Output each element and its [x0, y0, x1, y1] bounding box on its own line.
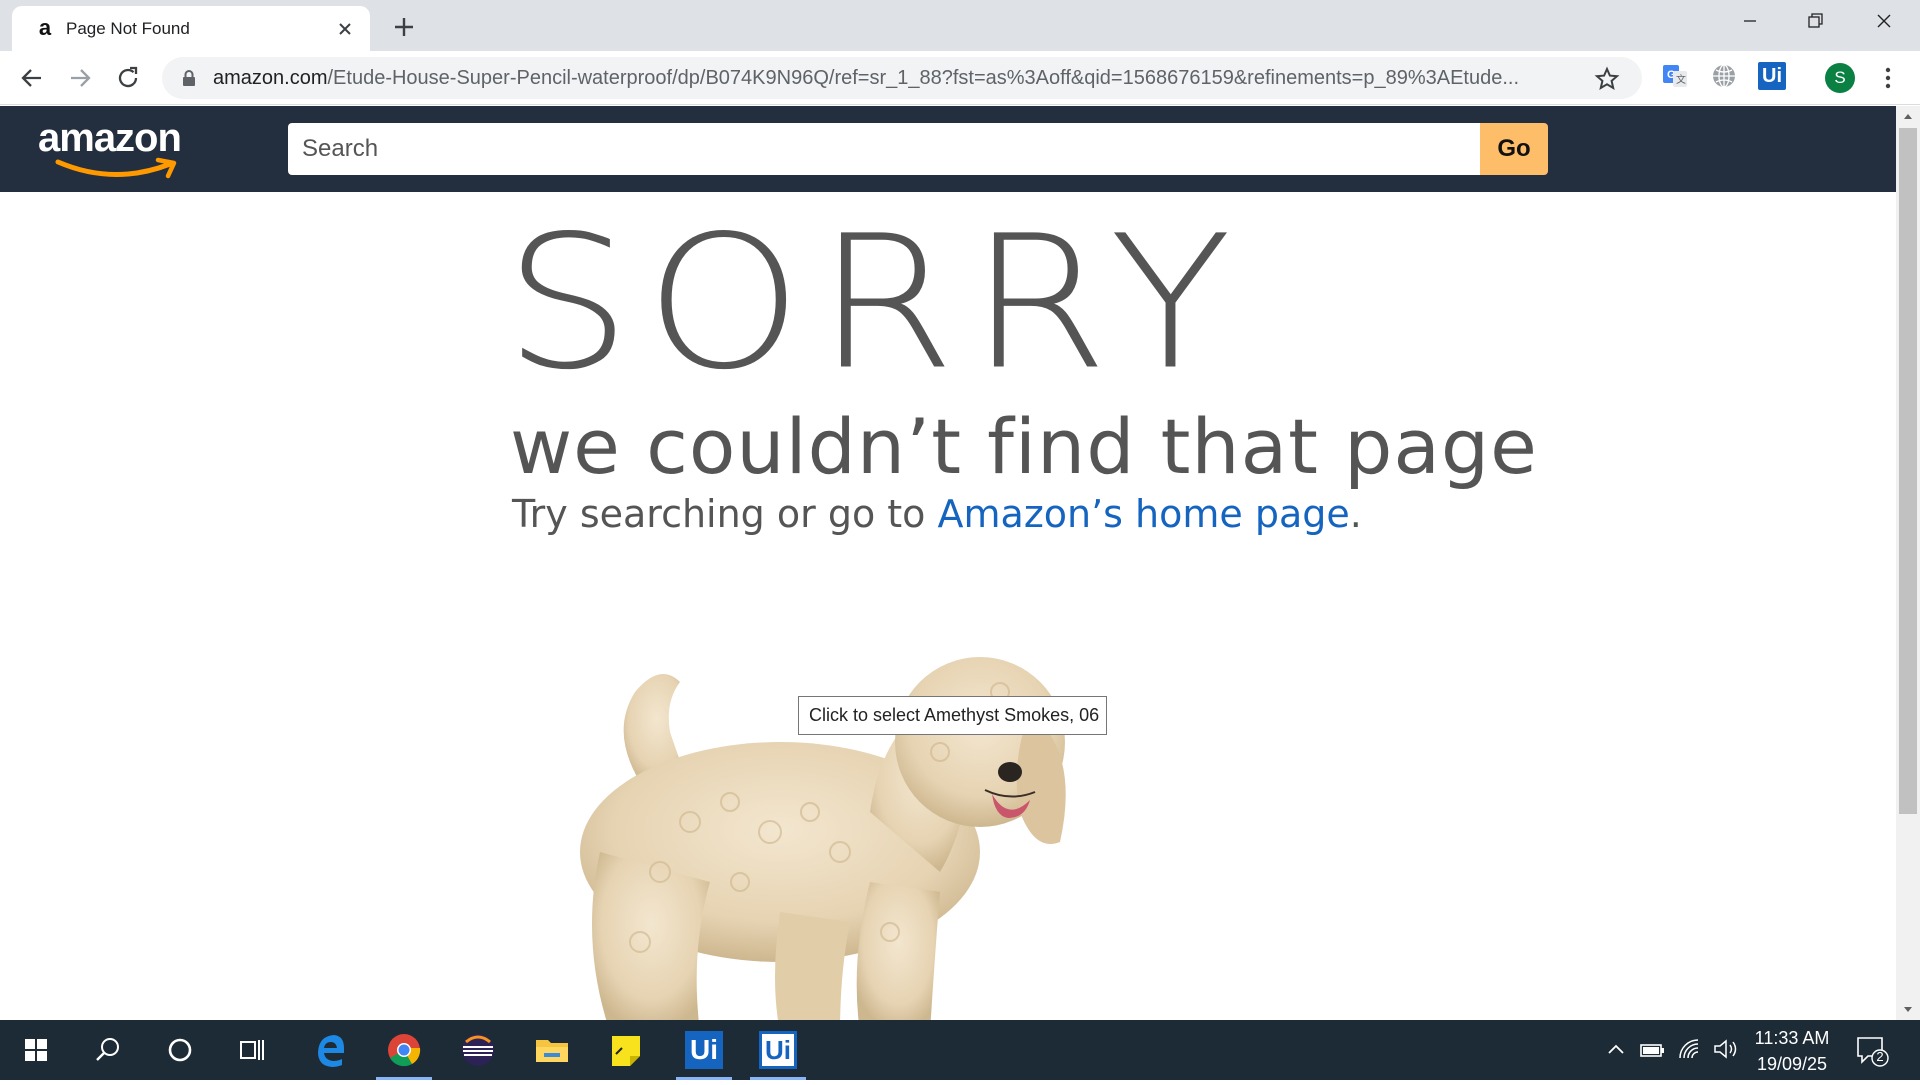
url-path: /Etude-House-Super-Pencil-waterproof/dp/… — [327, 67, 1520, 89]
search-input[interactable] — [288, 123, 1480, 175]
battery-icon[interactable] — [1638, 1038, 1666, 1067]
uipath-studio-icon[interactable]: Ui — [672, 1020, 736, 1080]
dog-image[interactable] — [540, 622, 1140, 1020]
tab-strip: a Page Not Found — [0, 0, 1920, 51]
address-bar[interactable]: amazon.com/Etude-House-Super-Pencil-wate… — [162, 57, 1642, 99]
clock-time[interactable]: 11:33 AM — [1752, 1028, 1832, 1049]
svg-text:文: 文 — [1676, 73, 1686, 86]
start-button[interactable] — [4, 1020, 68, 1080]
search-box — [288, 123, 1480, 175]
reload-button[interactable] — [110, 60, 146, 96]
profile-avatar[interactable]: S — [1825, 63, 1855, 93]
notification-count: 2 — [1876, 1049, 1884, 1064]
page-content: SORRY we couldn’t find that page Try sea… — [0, 192, 1896, 1020]
new-tab-button[interactable] — [388, 11, 420, 43]
uipath-robot-icon[interactable]: Ui — [746, 1020, 810, 1080]
volume-icon[interactable] — [1712, 1036, 1740, 1067]
file-explorer-icon[interactable] — [520, 1020, 584, 1080]
scrollbar-thumb[interactable] — [1899, 128, 1917, 814]
uipath-robot-label: Ui — [759, 1031, 797, 1069]
eclipse-icon[interactable] — [446, 1020, 510, 1080]
amazon-logo[interactable]: amazon — [38, 116, 198, 179]
tab-title: Page Not Found — [66, 19, 190, 38]
not-found-subheadline: we couldn’t find that page — [510, 402, 1538, 491]
scroll-down-arrow-icon[interactable] — [1896, 1000, 1920, 1020]
sorry-headline: SORRY — [504, 196, 1246, 411]
browser-tab[interactable]: a Page Not Found — [12, 6, 370, 51]
task-view-icon[interactable] — [220, 1020, 284, 1080]
action-center-icon[interactable]: 2 — [1852, 1032, 1892, 1068]
amazon-header: amazon Go — [0, 106, 1896, 192]
url-host: amazon.com — [213, 67, 328, 89]
go-button[interactable]: Go — [1480, 123, 1548, 175]
bookmark-star-icon[interactable] — [1594, 66, 1620, 92]
chrome-browser-icon[interactable] — [372, 1020, 436, 1080]
wifi-icon[interactable] — [1676, 1036, 1702, 1067]
edge-browser-icon[interactable] — [298, 1020, 362, 1080]
amazon-smile-icon — [55, 157, 177, 179]
clock-date[interactable]: 19/09/25 — [1752, 1054, 1832, 1075]
tab-close-icon[interactable] — [332, 16, 358, 42]
uipath-extension-icon[interactable]: Ui — [1758, 62, 1786, 90]
lock-icon[interactable] — [182, 70, 196, 86]
try-text: Try searching or go to — [512, 492, 938, 536]
element-tooltip: Click to select Amethyst Smokes, 06 — [798, 696, 1107, 735]
window-minimize-button[interactable] — [1718, 0, 1782, 44]
try-searching-text: Try searching or go to Amazon’s home pag… — [512, 492, 1362, 536]
period-text: . — [1349, 492, 1362, 536]
windows-taskbar: Ui Ui 11:33 AM 19/09/25 2 — [0, 1020, 1920, 1080]
search-icon[interactable] — [76, 1020, 140, 1080]
page-scrollbar[interactable] — [1896, 106, 1920, 1020]
uipath-studio-label: Ui — [685, 1031, 723, 1069]
cortana-icon[interactable] — [148, 1020, 212, 1080]
show-hidden-icons-chevron-icon[interactable] — [1604, 1038, 1628, 1067]
home-page-link[interactable]: Amazon’s home page — [938, 492, 1350, 536]
window-restore-button[interactable] — [1784, 0, 1848, 44]
scroll-up-arrow-icon[interactable] — [1896, 106, 1920, 126]
amazon-logo-text: amazon — [38, 116, 182, 160]
chrome-menu-icon[interactable] — [1873, 63, 1903, 93]
forward-button[interactable] — [62, 60, 98, 96]
globe-extension-icon[interactable] — [1710, 62, 1738, 90]
back-button[interactable] — [14, 60, 50, 96]
amazon-favicon-icon: a — [38, 15, 52, 40]
browser-toolbar: amazon.com/Etude-House-Super-Pencil-wate… — [0, 51, 1920, 105]
google-translate-icon[interactable]: G文 — [1661, 62, 1689, 90]
url-text[interactable]: amazon.com/Etude-House-Super-Pencil-wate… — [213, 57, 1573, 99]
window-close-button[interactable] — [1852, 0, 1916, 44]
sticky-notes-icon[interactable] — [594, 1020, 658, 1080]
